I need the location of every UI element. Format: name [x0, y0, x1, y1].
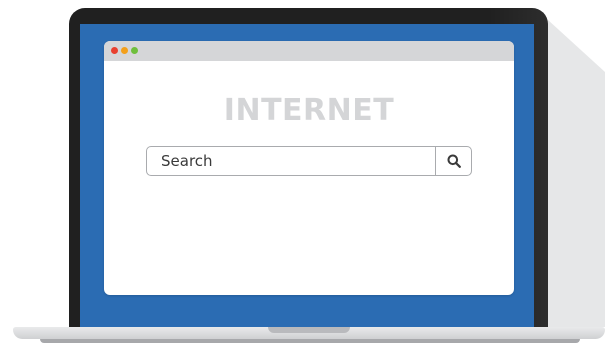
browser-titlebar	[104, 41, 514, 61]
search-icon	[447, 154, 461, 168]
laptop-base	[13, 327, 605, 339]
close-window-button[interactable]	[111, 47, 118, 54]
search-input[interactable]	[147, 147, 435, 175]
page-title: INTERNET	[223, 93, 395, 128]
minimize-window-button[interactable]	[121, 47, 128, 54]
browser-window: INTERNET	[104, 41, 514, 295]
laptop-base-bottom	[40, 339, 580, 343]
search-button[interactable]	[436, 147, 471, 175]
maximize-window-button[interactable]	[131, 47, 138, 54]
search-box	[146, 146, 472, 176]
laptop-hinge-notch	[268, 327, 350, 333]
